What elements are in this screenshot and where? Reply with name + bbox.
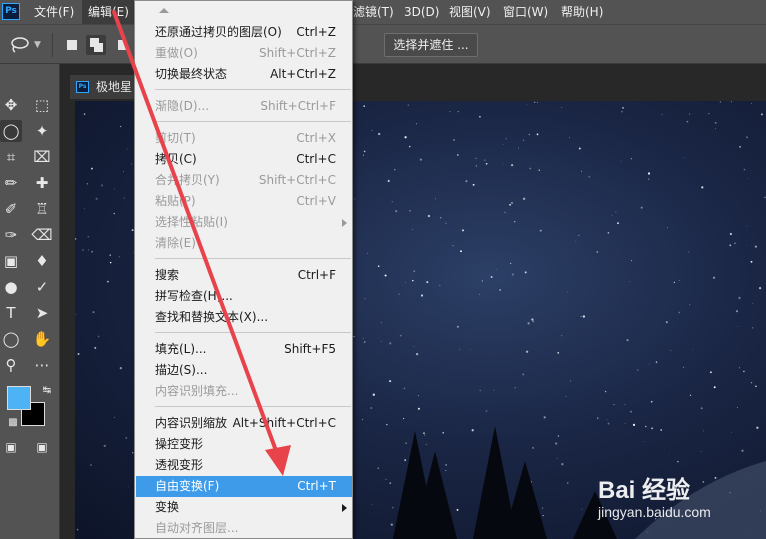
document-tab-title: 极地星	[96, 80, 133, 94]
options-bar: ▼ 选择并遮住 ...	[0, 24, 766, 64]
menu-edit[interactable]: 编辑(E)	[82, 0, 135, 24]
submenu-arrow-icon	[342, 219, 347, 227]
menu-item-copy-merged: 合并拷贝(Y) Shift+Ctrl+C	[155, 173, 336, 187]
menu-bar: Ps 文件(F) 编辑(E) 滤镜(T) 3D(D) 视图(V) 窗口(W) 帮…	[0, 0, 766, 24]
hand-tool-icon[interactable]: ✋	[31, 328, 53, 350]
menu-separator	[155, 258, 351, 259]
menu-item-paste-special: 选择性粘贴(I)	[136, 212, 352, 233]
menu-item-toggle-last-state[interactable]: 切换最终状态 Alt+Ctrl+Z	[136, 64, 352, 85]
menu-separator	[155, 121, 351, 122]
menu-item-search[interactable]: 搜索 Ctrl+F	[136, 265, 352, 286]
clone-stamp-tool-icon[interactable]: ♖	[31, 198, 53, 220]
menu-window[interactable]: 窗口(W)	[503, 0, 548, 24]
menu-item-undo[interactable]: 还原通过拷贝的图层(O) Ctrl+Z	[136, 22, 352, 43]
lasso-icon[interactable]	[10, 37, 30, 53]
menu-separator	[155, 89, 351, 90]
add-selection-button[interactable]	[86, 35, 106, 55]
menu-view[interactable]: 视图(V)	[449, 0, 491, 24]
dodge-tool-icon[interactable]: ●	[0, 276, 22, 298]
baidu-watermark: Bai 经验 jingyan.baidu.com	[594, 470, 766, 534]
chevron-down-icon[interactable]: ▼	[34, 40, 41, 50]
crop-tool-icon[interactable]: ⌗	[0, 146, 22, 168]
more-tools-icon[interactable]: ⋯	[31, 354, 53, 376]
menu-item-clear: 清除(E)	[155, 236, 196, 250]
subtract-selection-icon[interactable]	[118, 40, 126, 50]
submenu-arrow-icon	[342, 504, 347, 512]
select-and-mask-button[interactable]: 选择并遮住 ...	[384, 33, 478, 57]
swap-colors-icon[interactable]: ↹	[36, 380, 58, 402]
menu-item-paste: 粘贴(P) Ctrl+V	[155, 194, 336, 208]
healing-brush-tool-icon[interactable]: ✚	[31, 172, 53, 194]
magic-wand-tool-icon[interactable]: ✦	[31, 120, 53, 142]
menu-file[interactable]: 文件(F)	[34, 0, 74, 24]
tools-panel: ✥ ⬚ ◯ ✦ ⌗ ⌧ ✏ ✚ ✐ ♖ ✑ ⌫ ▣ ♦ ● ✓ T ➤ ◯ ✋ …	[0, 64, 60, 539]
menu-item-content-aware-fill: 内容识别填充...	[155, 384, 239, 398]
menu-item-fill[interactable]: 填充(L)... Shift+F5	[136, 339, 352, 360]
marquee-tool-icon[interactable]: ⬚	[31, 94, 53, 116]
history-brush-tool-icon[interactable]: ✑	[0, 224, 22, 246]
menu-item-copy[interactable]: 拷贝(C) Ctrl+C	[136, 149, 352, 170]
pen-tool-icon[interactable]: ✓	[31, 276, 53, 298]
menu-item-fade: 渐隐(D)... Shift+Ctrl+F	[155, 99, 336, 113]
menu-filter[interactable]: 滤镜(T)	[353, 0, 394, 24]
gradient-tool-icon[interactable]: ▣	[0, 250, 22, 272]
menu-separator	[155, 332, 351, 333]
zoom-tool-icon[interactable]: ⚲	[0, 354, 22, 376]
default-colors-icon[interactable]: ▩	[2, 412, 24, 434]
new-selection-icon[interactable]	[67, 40, 77, 50]
eraser-tool-icon[interactable]: ⌫	[31, 224, 53, 246]
move-tool-icon[interactable]: ✥	[0, 94, 22, 116]
menu-item-find-replace-text[interactable]: 查找和替换文本(X)...	[136, 307, 352, 328]
menu-3d[interactable]: 3D(D)	[404, 0, 439, 24]
menu-help[interactable]: 帮助(H)	[561, 0, 603, 24]
blur-tool-icon[interactable]: ♦	[31, 250, 53, 272]
eyedropper-tool-icon[interactable]: ✏	[0, 172, 22, 194]
divider	[52, 33, 53, 57]
menu-item-check-spelling[interactable]: 拼写检查(H)...	[136, 286, 352, 307]
brush-tool-icon[interactable]: ✐	[0, 198, 22, 220]
menu-item-puppet-warp[interactable]: 操控变形	[136, 434, 352, 455]
document-tab[interactable]: Ps 极地星	[70, 75, 136, 99]
menu-item-perspective-warp[interactable]: 透视变形	[136, 455, 352, 476]
shape-tool-icon[interactable]: ◯	[0, 328, 22, 350]
menu-item-cut: 剪切(T) Ctrl+X	[155, 131, 336, 145]
watermark-url: jingyan.baidu.com	[598, 504, 711, 520]
type-tool-icon[interactable]: T	[0, 302, 22, 324]
menu-item-free-transform[interactable]: 自由变换(F) Ctrl+T	[136, 476, 352, 497]
lasso-tool-icon[interactable]: ◯	[0, 120, 22, 142]
menu-item-content-aware-scale[interactable]: 内容识别缩放 Alt+Shift+Ctrl+C	[136, 413, 352, 434]
quick-mask-icon[interactable]: ▣	[0, 436, 22, 458]
menu-item-auto-align-layers: 自动对齐图层...	[155, 521, 239, 535]
menu-separator	[155, 406, 351, 407]
photoshop-logo: Ps	[2, 3, 20, 20]
scroll-up-arrow-icon[interactable]	[159, 8, 169, 13]
watermark-brand: Bai 经验	[598, 477, 691, 504]
photoshop-doc-icon: Ps	[76, 81, 89, 93]
foreground-color-swatch[interactable]	[7, 386, 31, 410]
menu-item-stroke[interactable]: 描边(S)...	[136, 360, 352, 381]
menu-item-redo: 重做(O) Shift+Ctrl+Z	[155, 46, 336, 60]
frame-tool-icon[interactable]: ⌧	[31, 146, 53, 168]
edit-menu-dropdown: 还原通过拷贝的图层(O) Ctrl+Z 重做(O) Shift+Ctrl+Z 切换最…	[134, 0, 353, 539]
path-selection-tool-icon[interactable]: ➤	[31, 302, 53, 324]
menu-item-transform[interactable]: 变换	[136, 497, 352, 518]
screen-mode-icon[interactable]: ▣	[31, 436, 53, 458]
